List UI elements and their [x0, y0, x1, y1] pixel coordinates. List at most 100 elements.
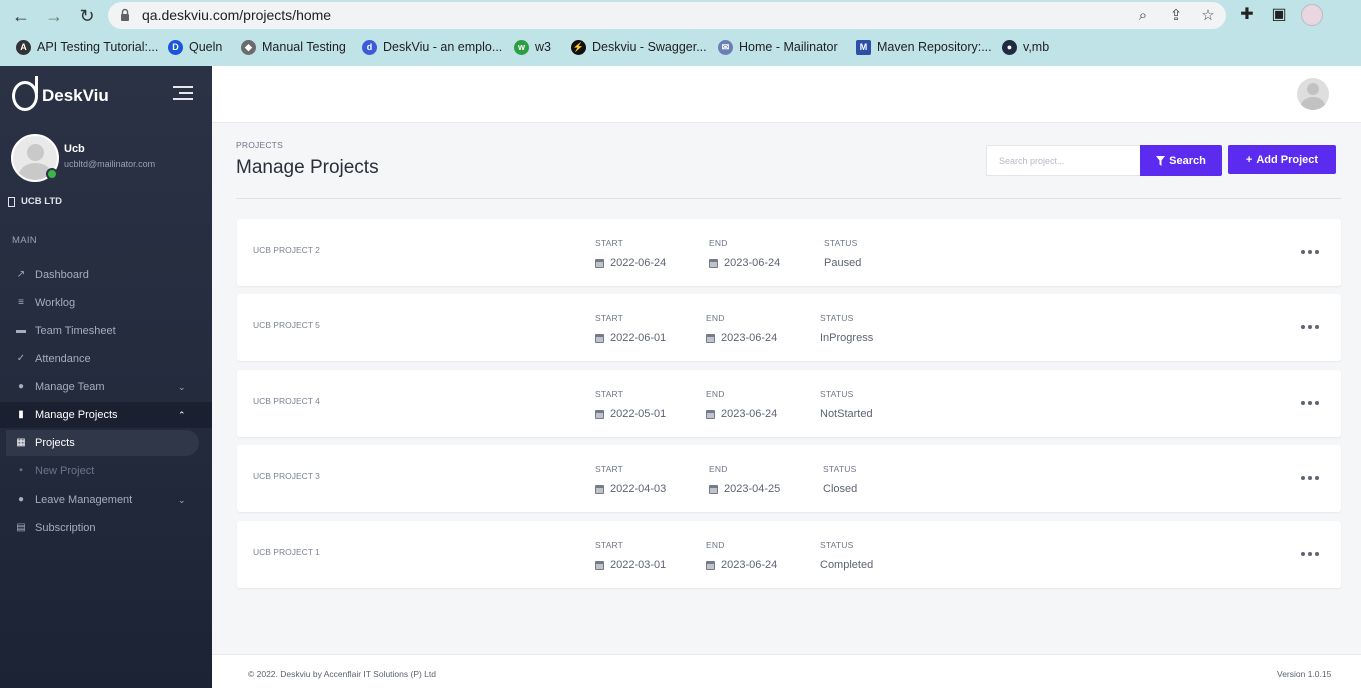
- header-user-avatar[interactable]: [1297, 78, 1329, 110]
- calendar-icon: [706, 333, 715, 343]
- end-column: END 2023-06-24: [706, 313, 778, 344]
- calendar-icon: [709, 258, 718, 268]
- status-column: STATUS Completed: [820, 540, 874, 571]
- sidebar-item-manage-projects[interactable]: ▮ Manage Projects ⌃: [0, 402, 212, 428]
- bookmark-icon: M: [856, 39, 871, 55]
- plus-icon: +: [1245, 153, 1253, 166]
- start-date: 2022-03-01: [610, 559, 667, 571]
- bookmark-icon: ◆: [241, 39, 256, 55]
- hamburger-menu-icon[interactable]: [173, 86, 193, 100]
- more-options-icon[interactable]: [1301, 476, 1319, 480]
- header-divider: [236, 198, 1341, 199]
- status-column: STATUS Paused: [824, 238, 862, 269]
- more-options-icon[interactable]: [1301, 250, 1319, 254]
- bookmark-icon: D: [168, 39, 183, 55]
- bookmark-vmb[interactable]: ● v,mb: [1002, 38, 1049, 56]
- more-options-icon[interactable]: [1301, 325, 1319, 329]
- bookmark-queln[interactable]: D Queln: [168, 38, 222, 56]
- page-title: Manage Projects: [236, 157, 379, 178]
- extensions-icon[interactable]: ✚: [1236, 4, 1258, 26]
- sidebar-item-new-project[interactable]: ▪ New Project: [0, 458, 212, 484]
- end-date: 2023-04-25: [724, 483, 781, 495]
- bookmark-swagger[interactable]: ⚡ Deskviu - Swagger...: [571, 38, 707, 56]
- users-icon: ●: [17, 381, 25, 392]
- sidebar-item-attendance[interactable]: ✓ Attendance: [0, 346, 212, 372]
- project-name: UCB PROJECT 5: [253, 320, 320, 330]
- end-column: END 2023-06-24: [706, 540, 778, 571]
- project-card[interactable]: UCB PROJECT 2 START 2022-06-24 END 2023-…: [237, 219, 1341, 286]
- online-status-dot: [46, 168, 58, 180]
- search-input[interactable]: [986, 145, 1141, 176]
- bookmark-icon: ●: [1002, 39, 1017, 55]
- status-value: Completed: [820, 559, 874, 571]
- more-options-icon[interactable]: [1301, 401, 1319, 405]
- calendar-icon: [595, 258, 604, 268]
- share-icon[interactable]: ⇪: [1166, 6, 1186, 26]
- sidebar-item-worklog[interactable]: ≡ Worklog: [0, 290, 212, 316]
- end-date: 2023-06-24: [721, 332, 778, 344]
- calendar-icon: [709, 484, 718, 494]
- bookmark-icon: d: [362, 39, 377, 55]
- project-name: UCB PROJECT 4: [253, 396, 320, 406]
- project-card[interactable]: UCB PROJECT 4 START 2022-05-01 END 2023-…: [237, 370, 1341, 437]
- add-project-button[interactable]: + Add Project: [1228, 145, 1336, 174]
- project-card[interactable]: UCB PROJECT 5 START 2022-06-01 END 2023-…: [237, 294, 1341, 361]
- filter-icon: [1156, 155, 1166, 166]
- browser-profile-avatar[interactable]: [1301, 4, 1323, 26]
- start-column: START 2022-03-01: [595, 540, 667, 571]
- user-check-icon: ✓: [16, 353, 26, 364]
- briefcase-icon: ▮: [18, 409, 24, 420]
- bookmark-mailinator[interactable]: ✉ Home - Mailinator: [718, 38, 838, 56]
- brand-logo[interactable]: DeskViu: [12, 76, 109, 112]
- section-main-label: MAIN: [12, 235, 37, 246]
- start-column: START 2022-06-24: [595, 238, 667, 269]
- end-date: 2023-06-24: [724, 257, 781, 269]
- table-icon: ▦: [16, 437, 26, 448]
- end-date: 2023-06-24: [721, 408, 778, 420]
- start-date: 2022-05-01: [610, 408, 667, 420]
- project-card[interactable]: UCB PROJECT 1 START 2022-03-01 END 2023-…: [237, 521, 1341, 588]
- bookmark-deskviu[interactable]: d DeskViu - an emplo...: [362, 38, 502, 56]
- sidebar-item-projects[interactable]: ▦ Projects: [6, 430, 199, 456]
- bookmark-maven[interactable]: M Maven Repository:...: [856, 38, 992, 56]
- back-arrow-icon[interactable]: ←: [9, 4, 33, 28]
- deskviu-logo-icon: [12, 76, 38, 111]
- bookmark-api-testing[interactable]: A API Testing Tutorial:...: [16, 38, 158, 56]
- sidebar-item-leave-management[interactable]: ● Leave Management ⌄: [0, 487, 212, 513]
- bookmark-w3[interactable]: w w3: [514, 38, 551, 56]
- sidebar: DeskViu Ucb ucbltd@mailinator.com UCB LT…: [0, 66, 212, 688]
- bookmark-manual-testing[interactable]: ◆ Manual Testing: [241, 38, 346, 56]
- start-column: START 2022-06-01: [595, 313, 667, 344]
- project-name: UCB PROJECT 3: [253, 471, 320, 481]
- bookmark-icon: w: [514, 39, 529, 55]
- zoom-icon[interactable]: ⌕: [1133, 6, 1153, 26]
- calendar-icon: [595, 333, 604, 343]
- footer: © 2022. Deskviu by Accenflair IT Solutio…: [212, 654, 1361, 688]
- side-panel-icon[interactable]: ▣: [1268, 4, 1290, 26]
- copyright-text: © 2022. Deskviu by Accenflair IT Solutio…: [248, 669, 437, 679]
- end-column: END 2023-04-25: [709, 464, 781, 495]
- chevron-down-icon: ⌄: [178, 381, 186, 392]
- calendar-icon: [706, 409, 715, 419]
- user-name: Ucb: [64, 143, 85, 155]
- more-options-icon[interactable]: [1301, 552, 1319, 556]
- project-card[interactable]: UCB PROJECT 3 START 2022-04-03 END 2023-…: [237, 445, 1341, 512]
- start-date: 2022-04-03: [610, 483, 667, 495]
- sidebar-item-subscription[interactable]: ▤ Subscription: [0, 515, 212, 541]
- status-column: STATUS NotStarted: [820, 389, 873, 420]
- calendar-icon: [595, 409, 604, 419]
- sidebar-item-team-timesheet[interactable]: ▬ Team Timesheet: [0, 318, 212, 344]
- address-bar[interactable]: qa.deskviu.com/projects/home ⌕ ⇪ ☆: [108, 2, 1226, 29]
- reload-icon[interactable]: ↻: [75, 4, 99, 28]
- forward-arrow-icon[interactable]: →: [42, 4, 66, 28]
- status-column: STATUS InProgress: [820, 313, 874, 344]
- search-button[interactable]: Search: [1140, 145, 1222, 176]
- browser-nav-row: ← → ↻ qa.deskviu.com/projects/home ⌕ ⇪ ☆…: [0, 0, 1361, 31]
- sidebar-item-manage-team[interactable]: ● Manage Team ⌄: [0, 374, 212, 400]
- end-column: END 2023-06-24: [709, 238, 781, 269]
- sidebar-item-dashboard[interactable]: ↗ Dashboard: [0, 262, 212, 288]
- start-date: 2022-06-01: [610, 332, 667, 344]
- project-name: UCB PROJECT 2: [253, 245, 320, 255]
- star-icon[interactable]: ☆: [1198, 6, 1218, 26]
- circle-icon: ●: [17, 494, 25, 505]
